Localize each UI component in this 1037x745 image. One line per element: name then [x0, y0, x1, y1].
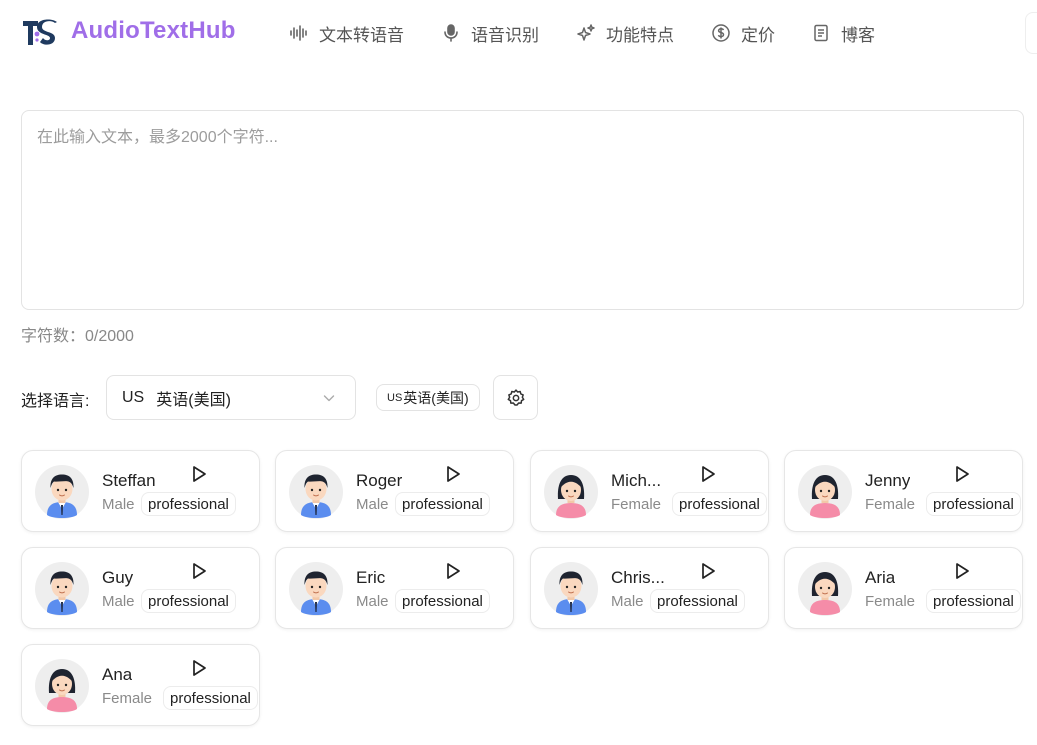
flag-code: US: [122, 388, 145, 406]
female-avatar-icon: [35, 659, 89, 713]
voice-name: Jenny: [865, 471, 911, 490]
voice-style-badge: professional: [672, 492, 767, 516]
play-icon[interactable]: [188, 560, 210, 582]
nav-label: 文本转语音: [319, 25, 404, 45]
voice-style-badge: professional: [926, 492, 1021, 516]
top-navbar: AudioTextHub 文本转语音 语音识别 功能特点 定价 博客: [0, 0, 1037, 66]
document-icon: [811, 23, 831, 43]
voice-card[interactable]: Jenny Female professional: [784, 450, 1023, 532]
voice-gender: Female: [102, 690, 153, 707]
voice-gender: Male: [102, 496, 135, 513]
voice-name: Guy: [102, 568, 134, 587]
text-input[interactable]: [21, 110, 1024, 310]
sparkles-icon: [576, 23, 596, 43]
nav-label: 定价: [741, 25, 775, 45]
voice-card[interactable]: Ana Female professional: [21, 644, 260, 726]
play-icon[interactable]: [951, 560, 973, 582]
chevron-down-icon: [323, 395, 335, 402]
voice-card[interactable]: Mich... Female professional: [530, 450, 769, 532]
voice-name: Eric: [356, 568, 386, 587]
chip-code: US: [387, 391, 403, 404]
male-avatar-icon: [35, 465, 89, 519]
play-icon[interactable]: [697, 463, 719, 485]
voice-card[interactable]: Guy Male professional: [21, 547, 260, 629]
voice-name: Aria: [865, 568, 896, 587]
voice-style-badge: professional: [163, 686, 258, 710]
voice-style-badge: professional: [395, 589, 490, 613]
play-icon[interactable]: [697, 560, 719, 582]
voice-style-badge: professional: [926, 589, 1021, 613]
voice-card[interactable]: Eric Male professional: [275, 547, 514, 629]
voice-card[interactable]: Steffan Male professional: [21, 450, 260, 532]
voice-style-badge: professional: [141, 492, 236, 516]
male-avatar-icon: [544, 562, 598, 616]
male-avatar-icon: [289, 465, 343, 519]
voice-gender: Female: [611, 496, 662, 513]
play-icon[interactable]: [188, 463, 210, 485]
play-icon[interactable]: [188, 657, 210, 679]
dollar-icon: [711, 23, 731, 43]
header-action-button[interactable]: [1025, 12, 1037, 54]
chip-language: 英语(美国): [403, 389, 469, 406]
nav-text-to-speech[interactable]: 文本转语音: [289, 20, 404, 46]
selected-language: 英语(美国): [156, 391, 231, 409]
waveform-icon: [289, 23, 309, 43]
nav-speech-recognition[interactable]: 语音识别: [441, 20, 539, 46]
microphone-icon: [441, 23, 461, 43]
voice-gender: Female: [865, 593, 916, 610]
nav-pricing[interactable]: 定价: [711, 20, 775, 46]
voice-card[interactable]: Chris... Male professional: [530, 547, 769, 629]
voice-card[interactable]: Aria Female professional: [784, 547, 1023, 629]
nav-label: 博客: [841, 25, 875, 45]
female-avatar-icon: [798, 562, 852, 616]
logo-icon[interactable]: [22, 18, 60, 48]
female-avatar-icon: [544, 465, 598, 519]
nav-label: 功能特点: [606, 25, 674, 45]
play-icon[interactable]: [951, 463, 973, 485]
voice-style-badge: professional: [395, 492, 490, 516]
voice-style-badge: professional: [141, 589, 236, 613]
char-counter: 字符数：0/2000: [21, 328, 134, 345]
voice-name: Steffan: [102, 471, 156, 490]
nav-features[interactable]: 功能特点: [576, 20, 674, 46]
voice-gender: Male: [611, 593, 644, 610]
language-label: 选择语言:: [21, 393, 90, 410]
language-chip[interactable]: US 英语(美国): [376, 384, 480, 411]
settings-button[interactable]: [493, 375, 538, 420]
voice-name: Roger: [356, 471, 403, 490]
voice-gender: Female: [865, 496, 916, 513]
nav-blog[interactable]: 博客: [811, 20, 875, 46]
voice-style-badge: professional: [650, 589, 745, 613]
gear-icon: [507, 388, 524, 406]
voice-name: Ana: [102, 665, 133, 684]
brand-name[interactable]: AudioTextHub: [71, 17, 236, 45]
voice-name: Mich...: [611, 471, 662, 490]
female-avatar-icon: [798, 465, 852, 519]
nav-label: 语音识别: [471, 25, 539, 45]
voice-gender: Male: [102, 593, 135, 610]
voice-gender: Male: [356, 496, 389, 513]
language-select[interactable]: US 英语(美国): [106, 375, 356, 420]
voice-name: Chris...: [611, 568, 665, 587]
voice-card[interactable]: Roger Male professional: [275, 450, 514, 532]
voice-gender: Male: [356, 593, 389, 610]
play-icon[interactable]: [442, 463, 464, 485]
play-icon[interactable]: [442, 560, 464, 582]
male-avatar-icon: [289, 562, 343, 616]
male-avatar-icon: [35, 562, 89, 616]
